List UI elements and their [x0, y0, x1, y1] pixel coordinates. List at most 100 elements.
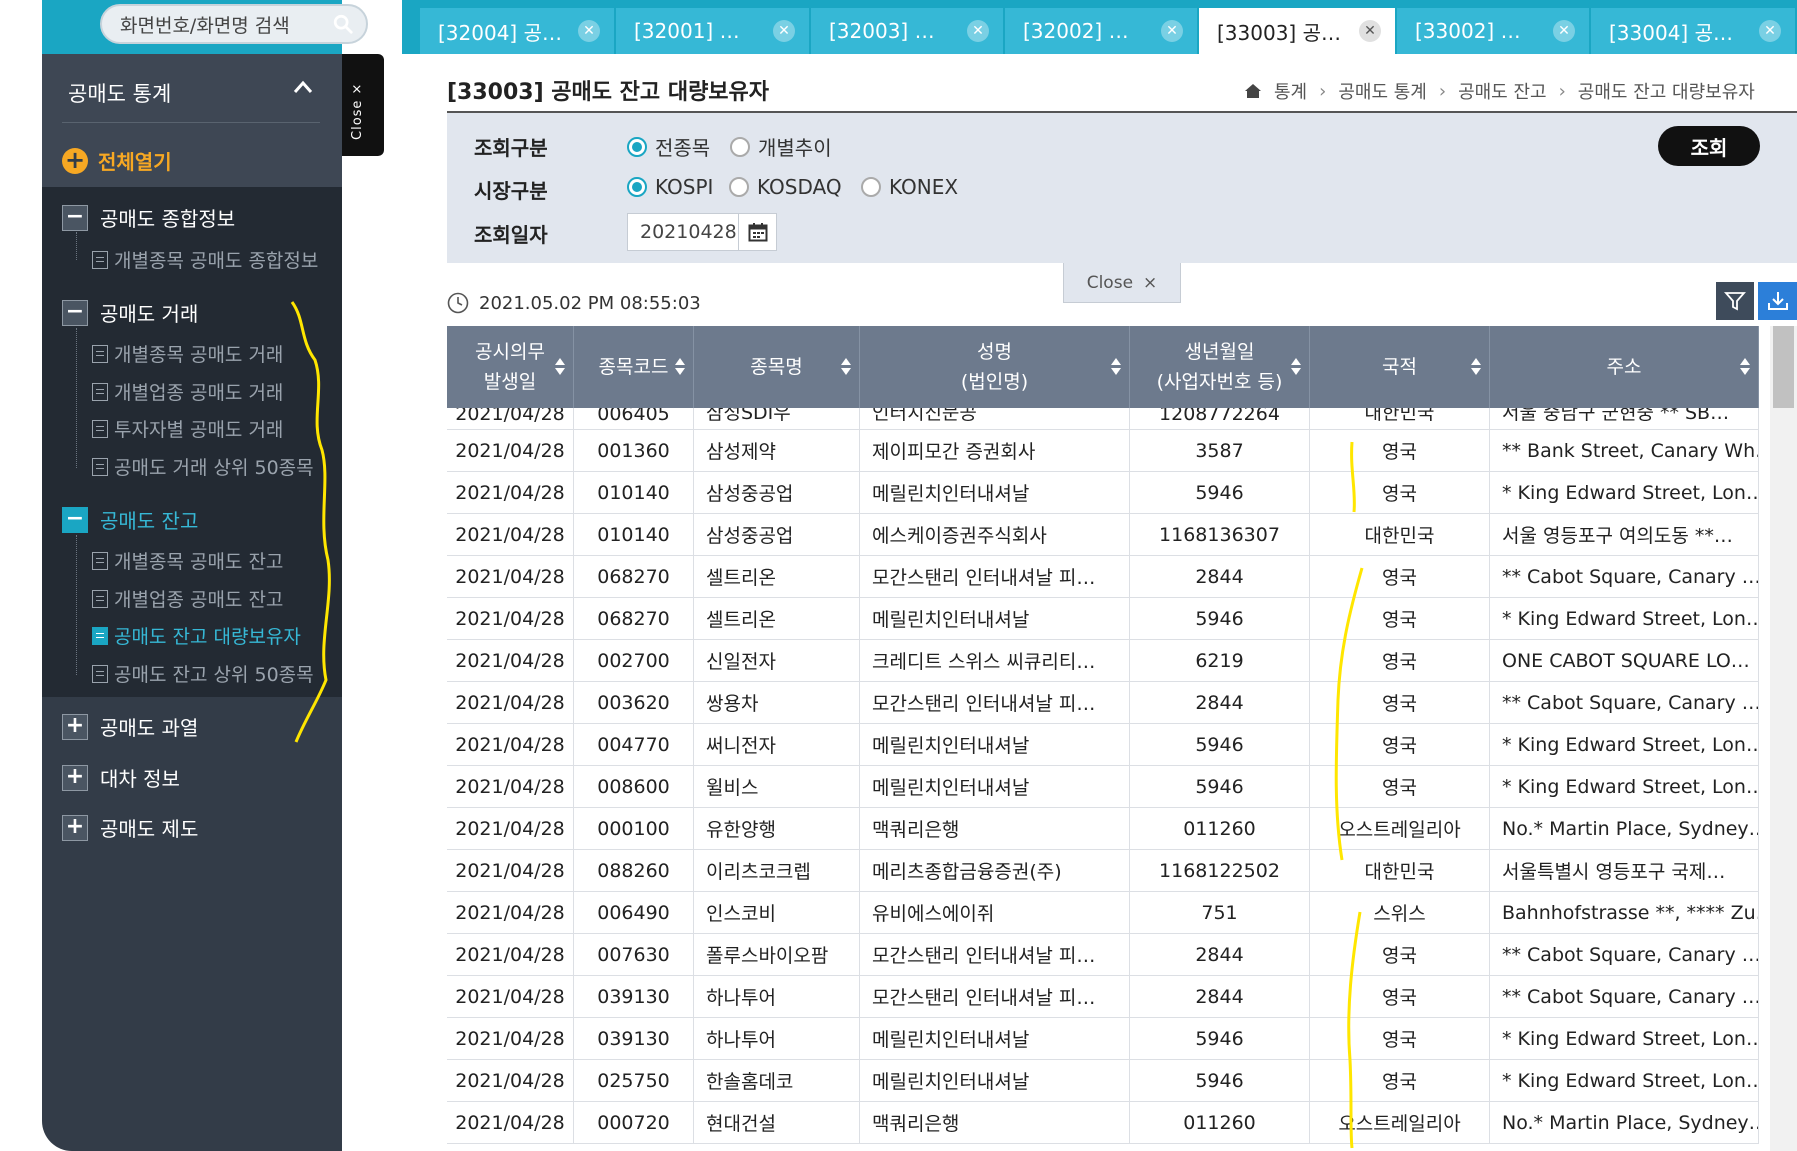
tab-32001[interactable]: [32001] … ✕: [616, 8, 811, 54]
sidebar-section-title[interactable]: 공매도 통계: [68, 78, 171, 108]
tab-33002[interactable]: [33002] … ✕: [1397, 8, 1591, 54]
radio-individual-trend[interactable]: 개별추이: [730, 132, 832, 161]
table-row[interactable]: 2021/04/28 006490 인스코비 유비에스에이쥐 751 스위스 Bahnhof…: [447, 892, 1759, 934]
column-header-address[interactable]: 주소: [1490, 326, 1759, 408]
table-row[interactable]: 2021/04/28 008600 윌비스 메릴린치인터내셔날 5946 영국 * King…: [447, 766, 1759, 808]
sort-icon[interactable]: [1740, 358, 1750, 376]
column-header-stock-name[interactable]: 종목명: [694, 326, 860, 408]
table-row[interactable]: 2021/04/28 039130 하나투어 모간스탠리 인터내셔날 피… 2844 영국…: [447, 976, 1759, 1018]
panel-close-button[interactable]: Close ×: [1063, 263, 1181, 303]
home-icon[interactable]: [1244, 83, 1262, 99]
column-header-label: 국적: [1382, 356, 1417, 378]
cell-birth-reg-no: 2844: [1130, 934, 1310, 975]
sidebar-item-sector-balance[interactable]: 개별업종 공매도 잔고: [92, 585, 283, 612]
table-row[interactable]: 2021/04/28 010140 삼성중공업 메릴린치인터내셔날 5946 영국 * Ki…: [447, 472, 1759, 514]
filter-button[interactable]: [1716, 282, 1754, 320]
sort-icon[interactable]: [1291, 358, 1301, 376]
download-button[interactable]: [1758, 282, 1797, 320]
table-row[interactable]: 2021/04/28 004770 써니전자 메릴린치인터내셔날 5946 영국 * Kin…: [447, 724, 1759, 766]
sidebar-group-lending[interactable]: + 대차 정보: [62, 763, 180, 792]
table-row[interactable]: 2021/04/28 010140 삼성중공업 에스케이증권주식회사 116813630…: [447, 514, 1759, 556]
close-icon[interactable]: ✕: [1759, 20, 1781, 42]
table-row[interactable]: 2021/04/28 000720 현대건설 맥쿼리은행 011260 오스트레일리아 No…: [447, 1102, 1759, 1144]
table-row[interactable]: 2021/04/28 000100 유한양행 맥쿼리은행 011260 오스트레일리아 No…: [447, 808, 1759, 850]
sort-icon[interactable]: [1111, 358, 1121, 376]
close-icon[interactable]: ✕: [967, 20, 989, 42]
table-row[interactable]: 2021/04/28 002700 신일전자 크레디트 스위스 씨큐리티… 6219 영국…: [447, 640, 1759, 682]
sort-icon[interactable]: [841, 358, 851, 376]
breadcrumb-item[interactable]: 공매도 통계: [1338, 78, 1427, 104]
table-row[interactable]: 2021/04/28 007630 폴루스바이오팜 모간스탠리 인터내셔날 피… 284…: [447, 934, 1759, 976]
table-row[interactable]: 2021/04/28 003620 쌍용차 모간스탠리 인터내셔날 피… 2844 영국 *…: [447, 682, 1759, 724]
open-all-button[interactable]: + 전체열기: [62, 146, 172, 175]
radio-button[interactable]: [729, 177, 749, 197]
screen-search-input[interactable]: 화면번호/화면명 검색: [100, 4, 368, 44]
close-icon[interactable]: ✕: [773, 20, 795, 42]
tab-32003[interactable]: [32003] … ✕: [811, 8, 1005, 54]
sidebar-group-trading[interactable]: − 공매도 거래: [62, 298, 198, 327]
tab-label: [33002] …: [1415, 19, 1521, 43]
cell-address: Bahnhofstrasse **, **** Zu…: [1490, 892, 1759, 933]
calendar-button[interactable]: [739, 213, 777, 251]
radio-all-stocks[interactable]: 전종목: [627, 132, 710, 161]
table-row[interactable]: 2021/04/28 039130 하나투어 메릴린치인터내셔날 5946 영국 * Kin…: [447, 1018, 1759, 1060]
table-row[interactable]: 2021/04/28 068270 셀트리온 모간스탠리 인터내셔날 피… 2844 영국…: [447, 556, 1759, 598]
sidebar-group-overheat[interactable]: + 공매도 과열: [62, 712, 198, 741]
date-input[interactable]: 20210428: [627, 213, 739, 251]
table-row[interactable]: 2021/04/28 001360 삼성제약 제이피모간 증권회사 3587 영국 ** B…: [447, 430, 1759, 472]
column-header-disclosure-date[interactable]: 공시의무 발생일: [447, 326, 574, 408]
sidebar-item-sector-trading[interactable]: 개별업종 공매도 거래: [92, 378, 283, 405]
tab-32004[interactable]: [32004] 공… ✕: [420, 8, 616, 54]
chevron-up-icon[interactable]: [292, 78, 314, 96]
radio-button[interactable]: [627, 136, 647, 157]
radio-button[interactable]: [861, 177, 881, 197]
search-icon[interactable]: [332, 13, 354, 35]
column-header-nationality[interactable]: 국적: [1310, 326, 1490, 408]
sidebar-item-label: 공매도 잔고 대량보유자: [114, 626, 301, 648]
sidebar-group-balance[interactable]: − 공매도 잔고: [62, 505, 198, 534]
sidebar-close-tab[interactable]: Close ×: [342, 54, 384, 156]
close-icon[interactable]: ✕: [1359, 20, 1381, 42]
table-row[interactable]: 2021/04/28 068270 셀트리온 메릴린치인터내셔날 5946 영국 * Kin…: [447, 598, 1759, 640]
tab-33003[interactable]: [33003] 공… ✕: [1199, 8, 1397, 54]
sidebar-item-stock-trading[interactable]: 개별종목 공매도 거래: [92, 340, 283, 367]
cell-nationality: 영국: [1310, 976, 1490, 1017]
radio-konex[interactable]: KONEX: [861, 175, 958, 199]
breadcrumb-item[interactable]: 공매도 잔고 대량보유자: [1578, 78, 1755, 104]
radio-kospi[interactable]: KOSPI: [627, 175, 713, 199]
sidebar-item-large-holders[interactable]: 공매도 잔고 대량보유자: [92, 622, 301, 649]
table-row[interactable]: 2021/04/28 025750 한솔홈데코 메릴린치인터내셔날 5946 영국 * Ki…: [447, 1060, 1759, 1102]
sidebar-group-summary[interactable]: − 공매도 종합정보: [62, 203, 235, 232]
tab-32002[interactable]: [32002] … ✕: [1005, 8, 1199, 54]
sidebar-item-investor-trading[interactable]: 투자자별 공매도 거래: [92, 415, 283, 442]
radio-button[interactable]: [730, 136, 750, 157]
column-header-birth-reg-no[interactable]: 생년월일 (사업자번호 등): [1130, 326, 1310, 408]
sidebar-item-stock-summary[interactable]: 개별종목 공매도 종합정보: [92, 246, 318, 273]
sidebar-item-top50-balance[interactable]: 공매도 잔고 상위 50종목: [92, 660, 314, 687]
radio-kosdaq[interactable]: KOSDAQ: [729, 175, 842, 199]
breadcrumb-item[interactable]: 통계: [1274, 78, 1307, 104]
breadcrumb-separator: ›: [1319, 80, 1327, 102]
breadcrumb-item[interactable]: 공매도 잔고: [1458, 78, 1547, 104]
column-header-stock-code[interactable]: 종목코드: [574, 326, 694, 408]
sidebar-group-system[interactable]: + 공매도 제도: [62, 813, 198, 842]
query-button[interactable]: 조회: [1658, 126, 1760, 166]
sort-icon[interactable]: [675, 358, 685, 376]
close-icon[interactable]: ✕: [1161, 20, 1183, 42]
sidebar-item-stock-balance[interactable]: 개별종목 공매도 잔고: [92, 547, 283, 574]
cell-stock-code: 007630: [574, 934, 694, 975]
sort-icon[interactable]: [1471, 358, 1481, 376]
table-row[interactable]: 2021/04/28 006405 삼성SDI우 인터치진문공 1208772264 대한…: [447, 408, 1759, 430]
sidebar-item-top50-trading[interactable]: 공매도 거래 상위 50종목: [92, 453, 314, 480]
close-icon[interactable]: ✕: [1553, 20, 1575, 42]
radio-button[interactable]: [627, 177, 647, 197]
close-icon[interactable]: ✕: [578, 20, 600, 42]
vertical-scrollbar[interactable]: [1770, 326, 1797, 1151]
scrollbar-thumb[interactable]: [1773, 326, 1794, 408]
table-row[interactable]: 2021/04/28 088260 이리츠코크렙 메리츠종합금융증권(주) 116812…: [447, 850, 1759, 892]
tab-33004[interactable]: [33004] 공… ✕: [1591, 8, 1797, 54]
cell-stock-name: 이리츠코크렙: [694, 850, 860, 891]
sort-icon[interactable]: [555, 358, 565, 376]
tab-label: [32003] …: [829, 19, 935, 43]
column-header-holder-name[interactable]: 성명 (법인명): [860, 326, 1130, 408]
